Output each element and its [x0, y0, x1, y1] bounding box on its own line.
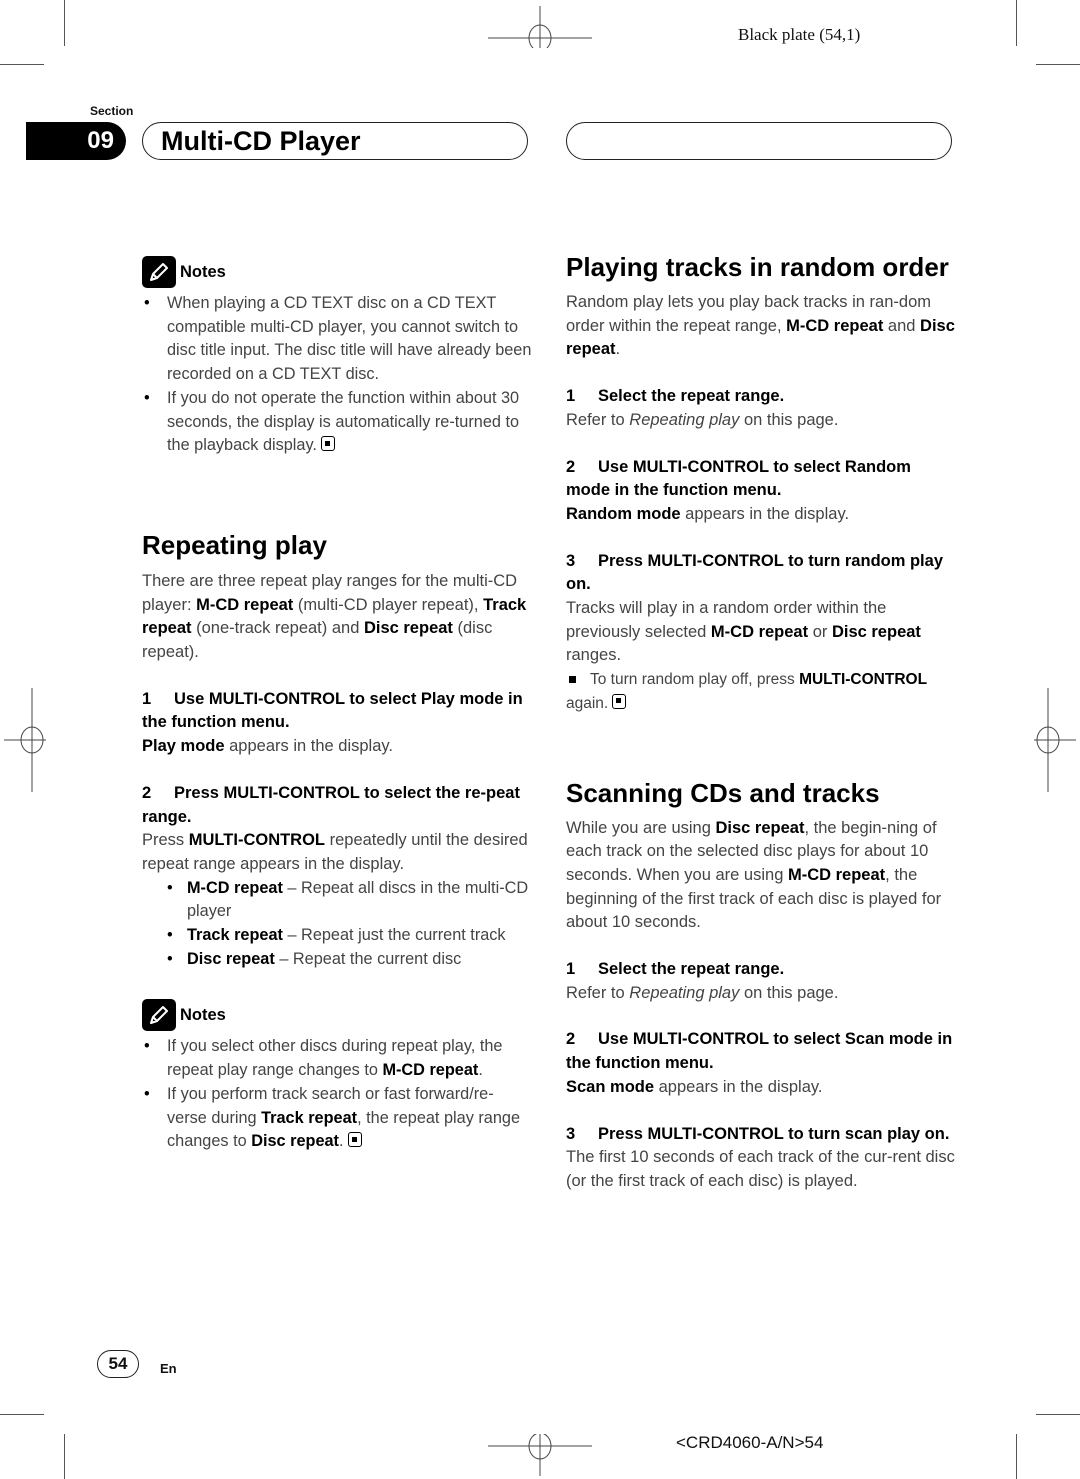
repeat-option: M-CD repeat – Repeat all discs in the mu…	[167, 877, 532, 924]
random-step-1-heading: 1 Select the repeat range.	[566, 387, 785, 406]
scan-step-3-body: The first 10 seconds of each track of th…	[566, 1148, 955, 1190]
repeating-intro: There are three repeat play ranges for t…	[142, 571, 527, 662]
crop-mark	[64, 0, 65, 46]
cross-reference-link: Repeating play	[629, 410, 740, 429]
note-item: If you do not operate the function withi…	[142, 387, 532, 458]
square-bullet-icon	[569, 675, 576, 683]
end-of-section-icon	[320, 436, 335, 452]
section-heading-scanning: Scanning CDs and tracks	[566, 777, 880, 808]
empty-title-frame	[566, 122, 952, 160]
scan-step-3-heading: 3 Press MULTI-CONTROL to turn scan play o…	[566, 1124, 950, 1143]
notes-label: Notes	[180, 1005, 226, 1024]
chapter-title: Multi-CD Player	[142, 122, 528, 160]
step-2-heading: 2 Press MULTI-CONTROL to select the re-pe…	[142, 783, 520, 826]
notes-header: Notes	[142, 256, 532, 288]
section-heading-random: Playing tracks in random order	[566, 252, 949, 282]
note-item: When playing a CD TEXT disc on a CD TEXT…	[142, 292, 532, 387]
step-1-body: Play mode appears in the display.	[142, 737, 394, 756]
notes-label: Notes	[180, 262, 226, 281]
crop-mark	[1036, 64, 1080, 65]
cross-reference-link: Repeating play	[629, 983, 740, 1002]
left-column: Notes When playing a CD TEXT disc on a C…	[142, 256, 532, 1154]
repeat-option: Track repeat – Repeat just the current t…	[167, 924, 532, 948]
page-number: 54	[97, 1350, 139, 1378]
end-of-section-icon	[612, 693, 627, 709]
section-number-badge: 09	[26, 122, 126, 160]
registration-mark-right	[1034, 688, 1076, 792]
random-step-3-body: Tracks will play in a random order withi…	[566, 599, 921, 665]
crop-mark	[64, 1434, 65, 1479]
registration-mark-bottom	[488, 1434, 592, 1476]
random-step-2-heading: 2 Use MULTI-CONTROL to select Random mode…	[566, 457, 911, 500]
section-heading-repeating: Repeating play	[142, 529, 327, 560]
crop-mark	[1036, 1414, 1080, 1415]
registration-mark-left	[4, 688, 46, 792]
note-item: If you perform track search or fast forw…	[142, 1083, 532, 1154]
note-text: If you do not operate the function withi…	[167, 388, 520, 455]
scan-step-1-body: Refer to Repeating play on this page.	[566, 983, 839, 1002]
random-intro: Random play lets you play back tracks in…	[566, 293, 955, 359]
random-step-2-body: Random mode appears in the display.	[566, 504, 850, 523]
step-2-body: Press MULTI-CONTROL repeatedly until the…	[142, 831, 528, 873]
random-step-3-heading: 3 Press MULTI-CONTROL to turn random play…	[566, 551, 943, 594]
notes-list: When playing a CD TEXT disc on a CD TEXT…	[142, 292, 532, 458]
right-column: Playing tracks in random order Random pl…	[566, 250, 956, 1194]
notes-list: If you select other discs during repeat …	[142, 1035, 532, 1154]
crop-mark	[1016, 1434, 1017, 1479]
crop-mark	[0, 64, 44, 65]
section-label: Section	[90, 104, 134, 118]
registration-mark-top	[488, 6, 592, 48]
scan-step-1-heading: 1 Select the repeat range.	[566, 960, 785, 979]
notes-header: Notes	[142, 999, 532, 1032]
document-code: <CRD4060-A/N>54	[676, 1433, 824, 1452]
random-tip: To turn random play off, press MULTI-CON…	[566, 671, 928, 712]
repeat-option: Disc repeat – Repeat the current disc	[167, 948, 532, 972]
random-step-1-body: Refer to Repeating play on this page.	[566, 410, 839, 429]
scan-step-2-body: Scan mode appears in the display.	[566, 1077, 823, 1096]
language-label: En	[160, 1361, 177, 1376]
crop-mark	[0, 1414, 44, 1415]
step-1-heading: 1 Use MULTI-CONTROL to select Play mode i…	[142, 689, 523, 732]
pencil-icon	[142, 256, 176, 288]
pencil-icon	[142, 999, 176, 1032]
scanning-intro: While you are using Disc repeat, the beg…	[566, 818, 942, 932]
crop-mark	[1016, 0, 1017, 46]
plate-label: Black plate (54,1)	[738, 25, 861, 44]
repeat-options-list: M-CD repeat – Repeat all discs in the mu…	[142, 877, 532, 972]
scan-step-2-heading: 2 Use MULTI-CONTROL to select Scan mode i…	[566, 1030, 953, 1073]
end-of-section-icon	[347, 1132, 362, 1148]
note-item: If you select other discs during repeat …	[142, 1035, 532, 1082]
